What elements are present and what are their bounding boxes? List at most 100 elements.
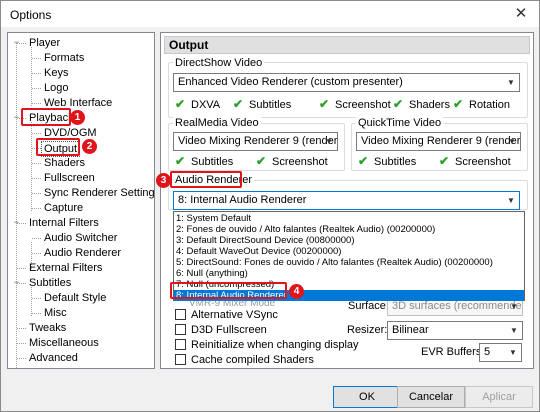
- close-icon[interactable]: ✕: [509, 3, 533, 25]
- tree-line: [32, 88, 41, 89]
- page-title: Output: [164, 36, 530, 54]
- chevron-down-icon[interactable]: ▼: [506, 322, 522, 339]
- check-screenshot: ✔ Screenshot: [256, 155, 328, 169]
- directshow-renderer-select[interactable]: Enhanced Video Renderer (custom presente…: [173, 73, 520, 92]
- chevron-down-icon[interactable]: ▼: [503, 192, 519, 209]
- checkbox-box[interactable]: [175, 339, 186, 350]
- tree-item-player[interactable]: Player: [29, 36, 60, 50]
- annotation-box-2: [36, 138, 80, 156]
- tree-line: [17, 328, 26, 329]
- checkmark-icon: ✔: [393, 97, 404, 111]
- dropdown-option[interactable]: 3: Default DirectSound Device (00800000): [174, 235, 524, 246]
- tree-line: [17, 358, 26, 359]
- tree-item-capture[interactable]: Capture: [44, 201, 83, 215]
- check-dxva: ✔ DXVA: [175, 98, 220, 112]
- check-label-subtitles: Subtitles: [249, 99, 292, 111]
- evr-buffers-value: 5: [484, 346, 491, 358]
- checkmark-icon: ✔: [256, 154, 267, 168]
- checkbox-reinitialize-when-changing-display[interactable]: Reinitialize when changing display: [175, 339, 359, 352]
- ok-button[interactable]: OK: [333, 386, 401, 408]
- tree-item-audio-renderer[interactable]: Audio Renderer: [44, 246, 121, 260]
- resizer-select[interactable]: Bilinear ▼: [387, 321, 523, 340]
- cancel-button[interactable]: Cancelar: [397, 386, 465, 408]
- check-label-subtitles: Subtitles: [191, 156, 234, 168]
- audio-renderer-select[interactable]: 8: Internal Audio Renderer ▼: [173, 191, 520, 210]
- tree-item-default-style[interactable]: Default Style: [44, 291, 106, 305]
- surface-value: 3D surfaces (recommended): [392, 300, 523, 312]
- annotation-box-3: [170, 171, 242, 188]
- tree-item-internal-filters[interactable]: Internal Filters: [29, 216, 99, 230]
- realmedia-renderer-select[interactable]: Video Mixing Renderer 9 (renderless ▼: [173, 132, 338, 151]
- tree-item-miscellaneous[interactable]: Miscellaneous: [29, 336, 99, 350]
- tree-line: [31, 47, 32, 106]
- tree-line: [32, 253, 41, 254]
- tree-item-external-filters[interactable]: External Filters: [29, 261, 102, 275]
- tree-line: [32, 133, 41, 134]
- tree-line: [17, 43, 26, 44]
- checkbox-cache-compiled-shaders[interactable]: Cache compiled Shaders: [175, 354, 314, 367]
- directshow-legend: DirectShow Video: [173, 57, 265, 69]
- checkmark-icon: ✔: [453, 97, 464, 111]
- options-tree[interactable]: − Player Formats Keys Logo Web Interface − Play…: [7, 32, 155, 369]
- chevron-down-icon[interactable]: ▼: [503, 74, 519, 91]
- tree-line: [17, 343, 26, 344]
- checkmark-icon: ✔: [439, 154, 450, 168]
- tree-item-fullscreen[interactable]: Fullscreen: [44, 171, 95, 185]
- tree-item-subtitles[interactable]: Subtitles: [29, 276, 71, 290]
- tree-item-shaders[interactable]: Shaders: [44, 156, 85, 170]
- dropdown-option[interactable]: 1: System Default: [174, 213, 524, 224]
- checkmark-icon: ✔: [175, 154, 186, 168]
- tree-line: [32, 313, 41, 314]
- checkbox-d3d-fullscreen[interactable]: D3D Fullscreen: [175, 324, 267, 337]
- check-rotation: ✔ Rotation: [453, 98, 510, 112]
- chevron-down-icon[interactable]: ▼: [504, 133, 520, 150]
- tree-item-misc[interactable]: Misc: [44, 306, 67, 320]
- check-shaders: ✔ Shaders: [393, 98, 450, 112]
- chevron-down-icon[interactable]: ▼: [321, 133, 337, 150]
- tree-line: [17, 268, 26, 269]
- check-screenshot: ✔ Screenshot: [439, 155, 511, 169]
- chevron-down-icon[interactable]: ▼: [505, 344, 521, 361]
- checkbox-label: Cache compiled Shaders: [191, 354, 314, 366]
- tree-item-formats[interactable]: Formats: [44, 51, 84, 65]
- tree-line: [32, 103, 41, 104]
- resizer-label: Resizer:: [347, 324, 388, 336]
- tree-line: [31, 122, 32, 211]
- checkbox-box[interactable]: [175, 354, 186, 365]
- checkbox-box[interactable]: [175, 309, 186, 320]
- vmr9-mixer-mode-label: VMR-9 Mixer Mode: [189, 301, 276, 307]
- check-label-screenshot: Screenshot: [335, 99, 391, 111]
- tree-item-sync-renderer-settings[interactable]: Sync Renderer Settings: [44, 186, 154, 200]
- tree-item-advanced[interactable]: Advanced: [29, 351, 78, 365]
- apply-button: Aplicar: [465, 386, 533, 408]
- checkbox-alternative-vsync[interactable]: Alternative VSync: [175, 309, 278, 322]
- dropdown-option[interactable]: 4: Default WaveOut Device (00200000): [174, 246, 524, 257]
- quicktime-legend: QuickTime Video: [356, 117, 444, 129]
- tree-item-tweaks[interactable]: Tweaks: [29, 321, 66, 335]
- audio-renderer-value: 8: Internal Audio Renderer: [178, 194, 307, 206]
- checkbox-box[interactable]: [175, 324, 186, 335]
- quicktime-renderer-select[interactable]: Video Mixing Renderer 9 (renderless ▼: [356, 132, 521, 151]
- dropdown-option[interactable]: 5: DirectSound: Fones de ouvido / Alto f…: [174, 257, 524, 268]
- check-label-screenshot: Screenshot: [272, 156, 328, 168]
- dropdown-option[interactable]: 2: Fones de ouvido / Alto falantes (Real…: [174, 224, 524, 235]
- check-label-rotation: Rotation: [469, 99, 510, 111]
- realmedia-renderer-value: Video Mixing Renderer 9 (renderless: [178, 135, 338, 147]
- tree-line: [32, 298, 41, 299]
- checkmark-icon: ✔: [175, 97, 186, 111]
- tree-line: [32, 193, 41, 194]
- check-screenshot: ✔ Screenshot: [319, 98, 391, 112]
- check-label-dxva: DXVA: [191, 99, 221, 111]
- annotation-box-1: [21, 108, 71, 126]
- dropdown-option[interactable]: 6: Null (anything): [174, 268, 524, 279]
- surface-label: Surface:: [348, 300, 389, 312]
- tree-item-keys[interactable]: Keys: [44, 66, 68, 80]
- annotation-badge-4: 4: [289, 284, 304, 299]
- evr-buffers-select[interactable]: 5 ▼: [479, 343, 522, 362]
- annotation-box-4: [170, 282, 287, 299]
- annotation-badge-3: 3: [156, 173, 171, 188]
- realmedia-legend: RealMedia Video: [173, 117, 261, 129]
- tree-line: [17, 283, 26, 284]
- tree-item-logo[interactable]: Logo: [44, 81, 68, 95]
- tree-item-audio-switcher[interactable]: Audio Switcher: [44, 231, 117, 245]
